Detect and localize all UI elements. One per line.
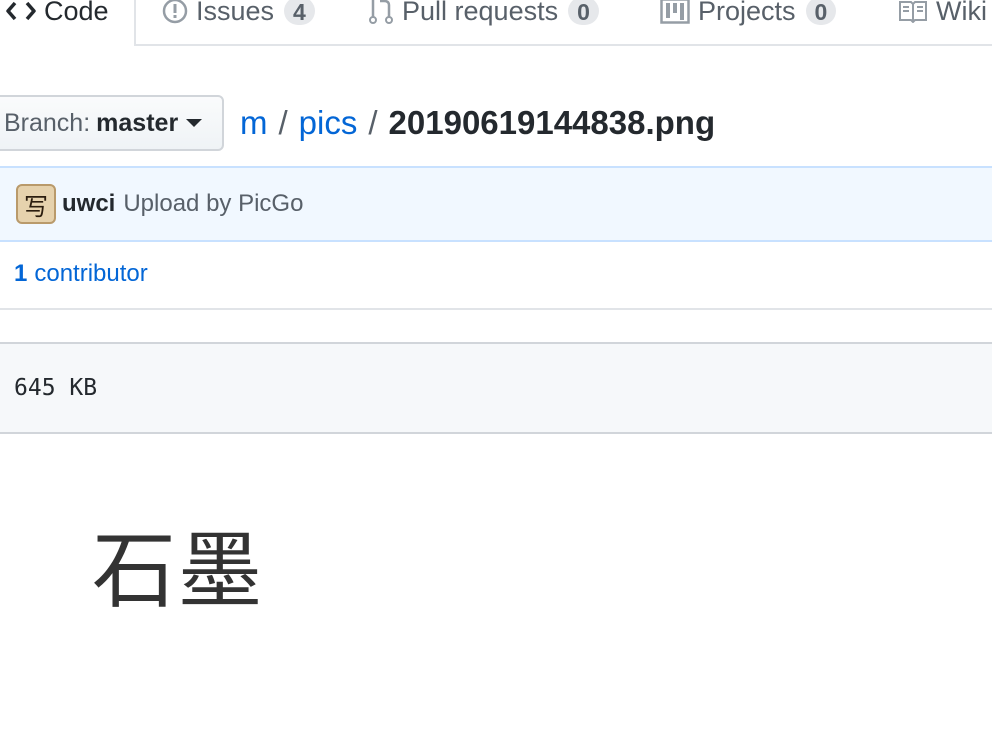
branch-name: master (96, 108, 179, 137)
tab-code-label: Code (44, 0, 109, 26)
file-size: 645 KB (14, 375, 98, 401)
image-preview-text: 石墨 (92, 522, 265, 620)
code-icon (6, 0, 36, 22)
projects-count-badge: 0 (805, 0, 837, 25)
tab-wiki[interactable]: Wiki (898, 0, 987, 28)
commit-author-link[interactable]: uwci (62, 190, 115, 218)
file-info-header: 645 KB (0, 342, 992, 434)
contributors-link[interactable]: 1 contributor (0, 240, 992, 310)
breadcrumb-file-name: 20190619144838.png (388, 104, 716, 141)
tab-projects[interactable]: Projects 0 (660, 0, 837, 28)
breadcrumb-separator: / (368, 104, 378, 141)
pull-requests-count-badge: 0 (568, 0, 599, 25)
avatar[interactable]: 写 (16, 184, 56, 224)
latest-commit-bar: 写 uwci Upload by PicGo (0, 166, 992, 242)
breadcrumb-folder-link[interactable]: pics (299, 104, 358, 142)
issues-count-badge: 4 (284, 0, 315, 25)
pull-request-icon (368, 0, 394, 25)
tab-issues[interactable]: Issues 4 (162, 0, 315, 28)
tab-code[interactable]: Code (6, 0, 109, 28)
commit-message-link[interactable]: Upload by PicGo (123, 190, 303, 218)
tabs-divider (136, 44, 992, 46)
dropdown-caret-icon (186, 119, 203, 127)
tab-projects-label: Projects (698, 0, 796, 26)
breadcrumb: m / pics / 20190619144838.png (240, 102, 715, 144)
image-preview: 石墨 (0, 434, 992, 752)
tab-pull-requests[interactable]: Pull requests 0 (368, 0, 599, 28)
breadcrumb-repo-link[interactable]: m (240, 104, 268, 142)
book-icon (898, 0, 928, 23)
tab-pull-requests-label: Pull requests (402, 0, 559, 26)
project-icon (660, 0, 690, 24)
branch-label: Branch: (4, 108, 91, 137)
repo-nav-tabs: Code Issues 4 Pull requests 0 Projects 0… (0, 0, 992, 46)
tab-wiki-label: Wiki (936, 0, 987, 26)
contributor-label: contributor (34, 260, 148, 287)
branch-selector-button[interactable]: Branch: master (0, 95, 224, 151)
avatar-glyph: 写 (24, 192, 48, 221)
issue-icon (162, 0, 188, 24)
tab-issues-label: Issues (196, 0, 275, 26)
contributor-count: 1 (14, 260, 28, 287)
breadcrumb-separator: / (278, 104, 288, 141)
